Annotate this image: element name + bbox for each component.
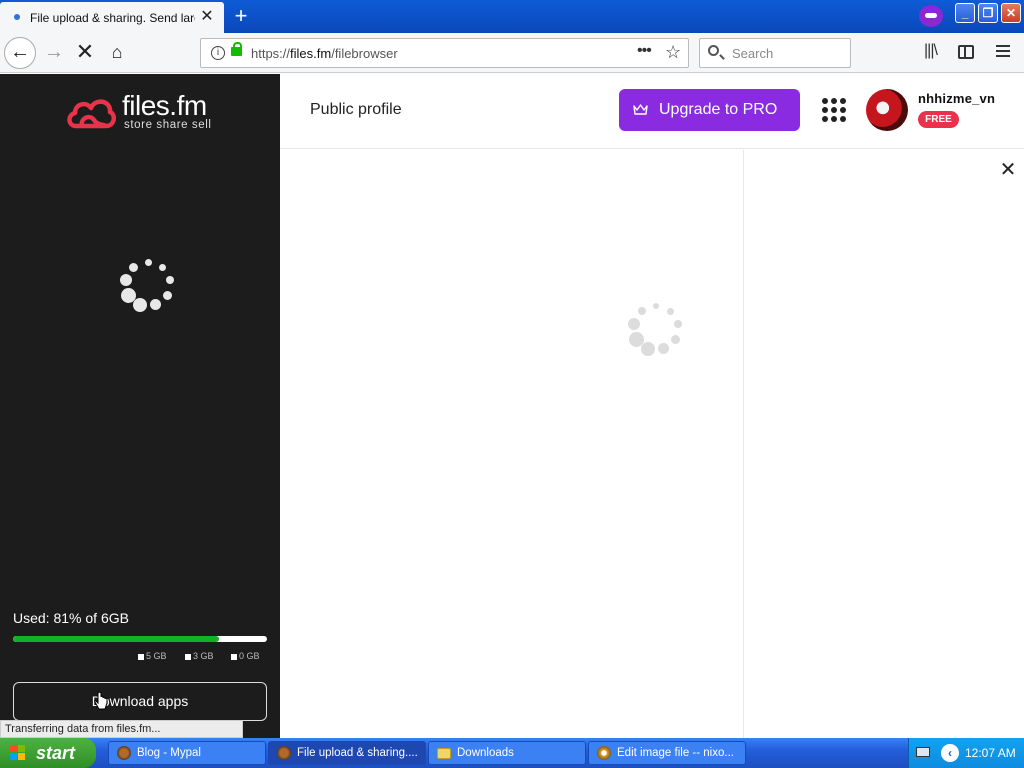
upgrade-label: Upgrade to PRO	[659, 101, 778, 118]
storage-legend-item: 3 GB	[185, 651, 214, 661]
logo-tagline: store share sell	[124, 119, 212, 131]
start-button[interactable]: start	[0, 738, 96, 768]
search-bar[interactable]: Search	[699, 38, 851, 68]
navigation-toolbar: ← → ✕ ⌂ i https://files.fm/filebrowser •…	[0, 33, 1024, 73]
spinner-dot	[158, 263, 166, 271]
spinner-dot	[165, 276, 174, 285]
mypal-icon	[117, 746, 131, 760]
taskbar-item-downloads[interactable]: Downloads	[428, 741, 586, 765]
library-icon[interactable]: |||\	[924, 42, 938, 60]
page-content: files.fm store share sell Used: 81% of 6…	[0, 74, 1024, 738]
public-profile-link[interactable]: Public profile	[310, 101, 402, 119]
spinner-dot	[666, 307, 674, 315]
storage-legend-item: 5 GB	[138, 651, 167, 661]
start-label: start	[36, 743, 76, 763]
gear-icon	[597, 746, 611, 760]
close-tab-icon[interactable]: ✕	[198, 7, 216, 27]
storage-usage-fill	[13, 636, 219, 642]
folder-icon	[437, 748, 451, 759]
page-actions-menu-icon[interactable]: •••	[637, 42, 659, 60]
spinner-dot	[641, 341, 656, 356]
loading-favicon-icon	[14, 14, 20, 20]
bookmark-star-icon[interactable]: ☆	[665, 42, 681, 63]
spinner-dot	[144, 258, 152, 266]
private-browsing-mask-icon	[919, 5, 943, 27]
storage-usage-label: Used: 81% of 6GB	[13, 610, 129, 626]
back-button[interactable]: ←	[4, 37, 36, 69]
crown-icon	[633, 104, 648, 115]
download-apps-button[interactable]: Download apps	[13, 682, 267, 721]
search-input[interactable]: Search	[732, 46, 773, 61]
spinner-dot	[628, 318, 641, 331]
spinner-dot	[658, 343, 670, 355]
spinner-dot	[653, 303, 659, 309]
logo-name[interactable]: files.fm	[122, 90, 207, 122]
storage-usage-bar	[13, 636, 267, 642]
taskbar-item-blog-mypal[interactable]: Blog - Mypal	[108, 741, 266, 765]
browser-status-bar: Transferring data from files.fm...	[0, 720, 243, 738]
storage-legend-item: 0 GB	[231, 651, 260, 661]
apps-grid-icon[interactable]	[822, 98, 846, 122]
close-window-button[interactable]: ✕	[1001, 3, 1021, 23]
top-header: Public profile Upgrade to PRO nhhizme_vn…	[280, 74, 1024, 149]
taskbar-item-file-upload[interactable]: File upload & sharing....	[268, 741, 426, 765]
user-avatar[interactable]	[866, 89, 908, 131]
mypal-icon	[277, 746, 291, 760]
home-button[interactable]: ⌂	[106, 41, 128, 65]
spinner-dot	[129, 262, 139, 272]
panel-divider	[743, 150, 744, 738]
spinner-dot	[121, 287, 137, 303]
spinner-dot	[637, 307, 646, 316]
clock[interactable]: 12:07 AM	[965, 746, 1016, 760]
spinner-dot	[673, 320, 682, 329]
keyboard-icon[interactable]	[916, 747, 930, 757]
taskbar-item-edit-image[interactable]: Edit image file -- nixo...	[588, 741, 746, 765]
close-panel-icon[interactable]: ✕	[998, 160, 1018, 180]
content-loading-spinner	[626, 298, 686, 358]
site-info-icon[interactable]: i	[211, 46, 225, 60]
username[interactable]: nhhizme_vn	[918, 91, 995, 106]
minimize-window-button[interactable]: _	[955, 3, 975, 23]
hamburger-menu-icon[interactable]	[996, 44, 1010, 58]
upgrade-to-pro-button[interactable]: Upgrade to PRO	[619, 89, 800, 131]
files-fm-cloud-logo-icon[interactable]	[66, 96, 116, 130]
new-tab-button[interactable]: +	[229, 4, 253, 28]
files-sidebar: files.fm store share sell Used: 81% of 6…	[0, 74, 280, 738]
spinner-dot	[629, 331, 645, 347]
plan-badge: FREE	[918, 111, 959, 128]
secure-lock-icon	[231, 42, 242, 56]
forward-button[interactable]: →	[43, 41, 65, 65]
stop-loading-button[interactable]: ✕	[74, 41, 96, 65]
address-bar[interactable]: i https://files.fm/filebrowser ••• ☆	[200, 38, 689, 68]
windows-logo-icon	[10, 745, 26, 761]
tab-title: File upload & sharing. Send large p	[30, 11, 195, 25]
spinner-dot	[150, 299, 162, 311]
spinner-dot	[133, 297, 148, 312]
hand-cursor-icon	[94, 692, 108, 710]
system-tray: ‹ 12:07 AM	[908, 738, 1024, 768]
sidebar-loading-spinner	[118, 254, 178, 314]
url-text[interactable]: https://files.fm/filebrowser	[251, 46, 398, 61]
browser-tab-bar: File upload & sharing. Send large p ✕ + …	[0, 0, 1024, 33]
search-icon	[708, 45, 719, 56]
spinner-dot	[670, 334, 680, 344]
spinner-dot	[120, 274, 133, 287]
tab-file-upload[interactable]: File upload & sharing. Send large p ✕	[0, 2, 224, 33]
windows-taskbar: start Blog - Mypal File upload & sharing…	[0, 738, 1024, 768]
sidebar-toggle-icon[interactable]	[958, 45, 974, 59]
spinner-dot	[162, 290, 172, 300]
restore-window-button[interactable]: ❐	[978, 3, 998, 23]
show-hidden-icons-button[interactable]: ‹	[941, 744, 959, 762]
